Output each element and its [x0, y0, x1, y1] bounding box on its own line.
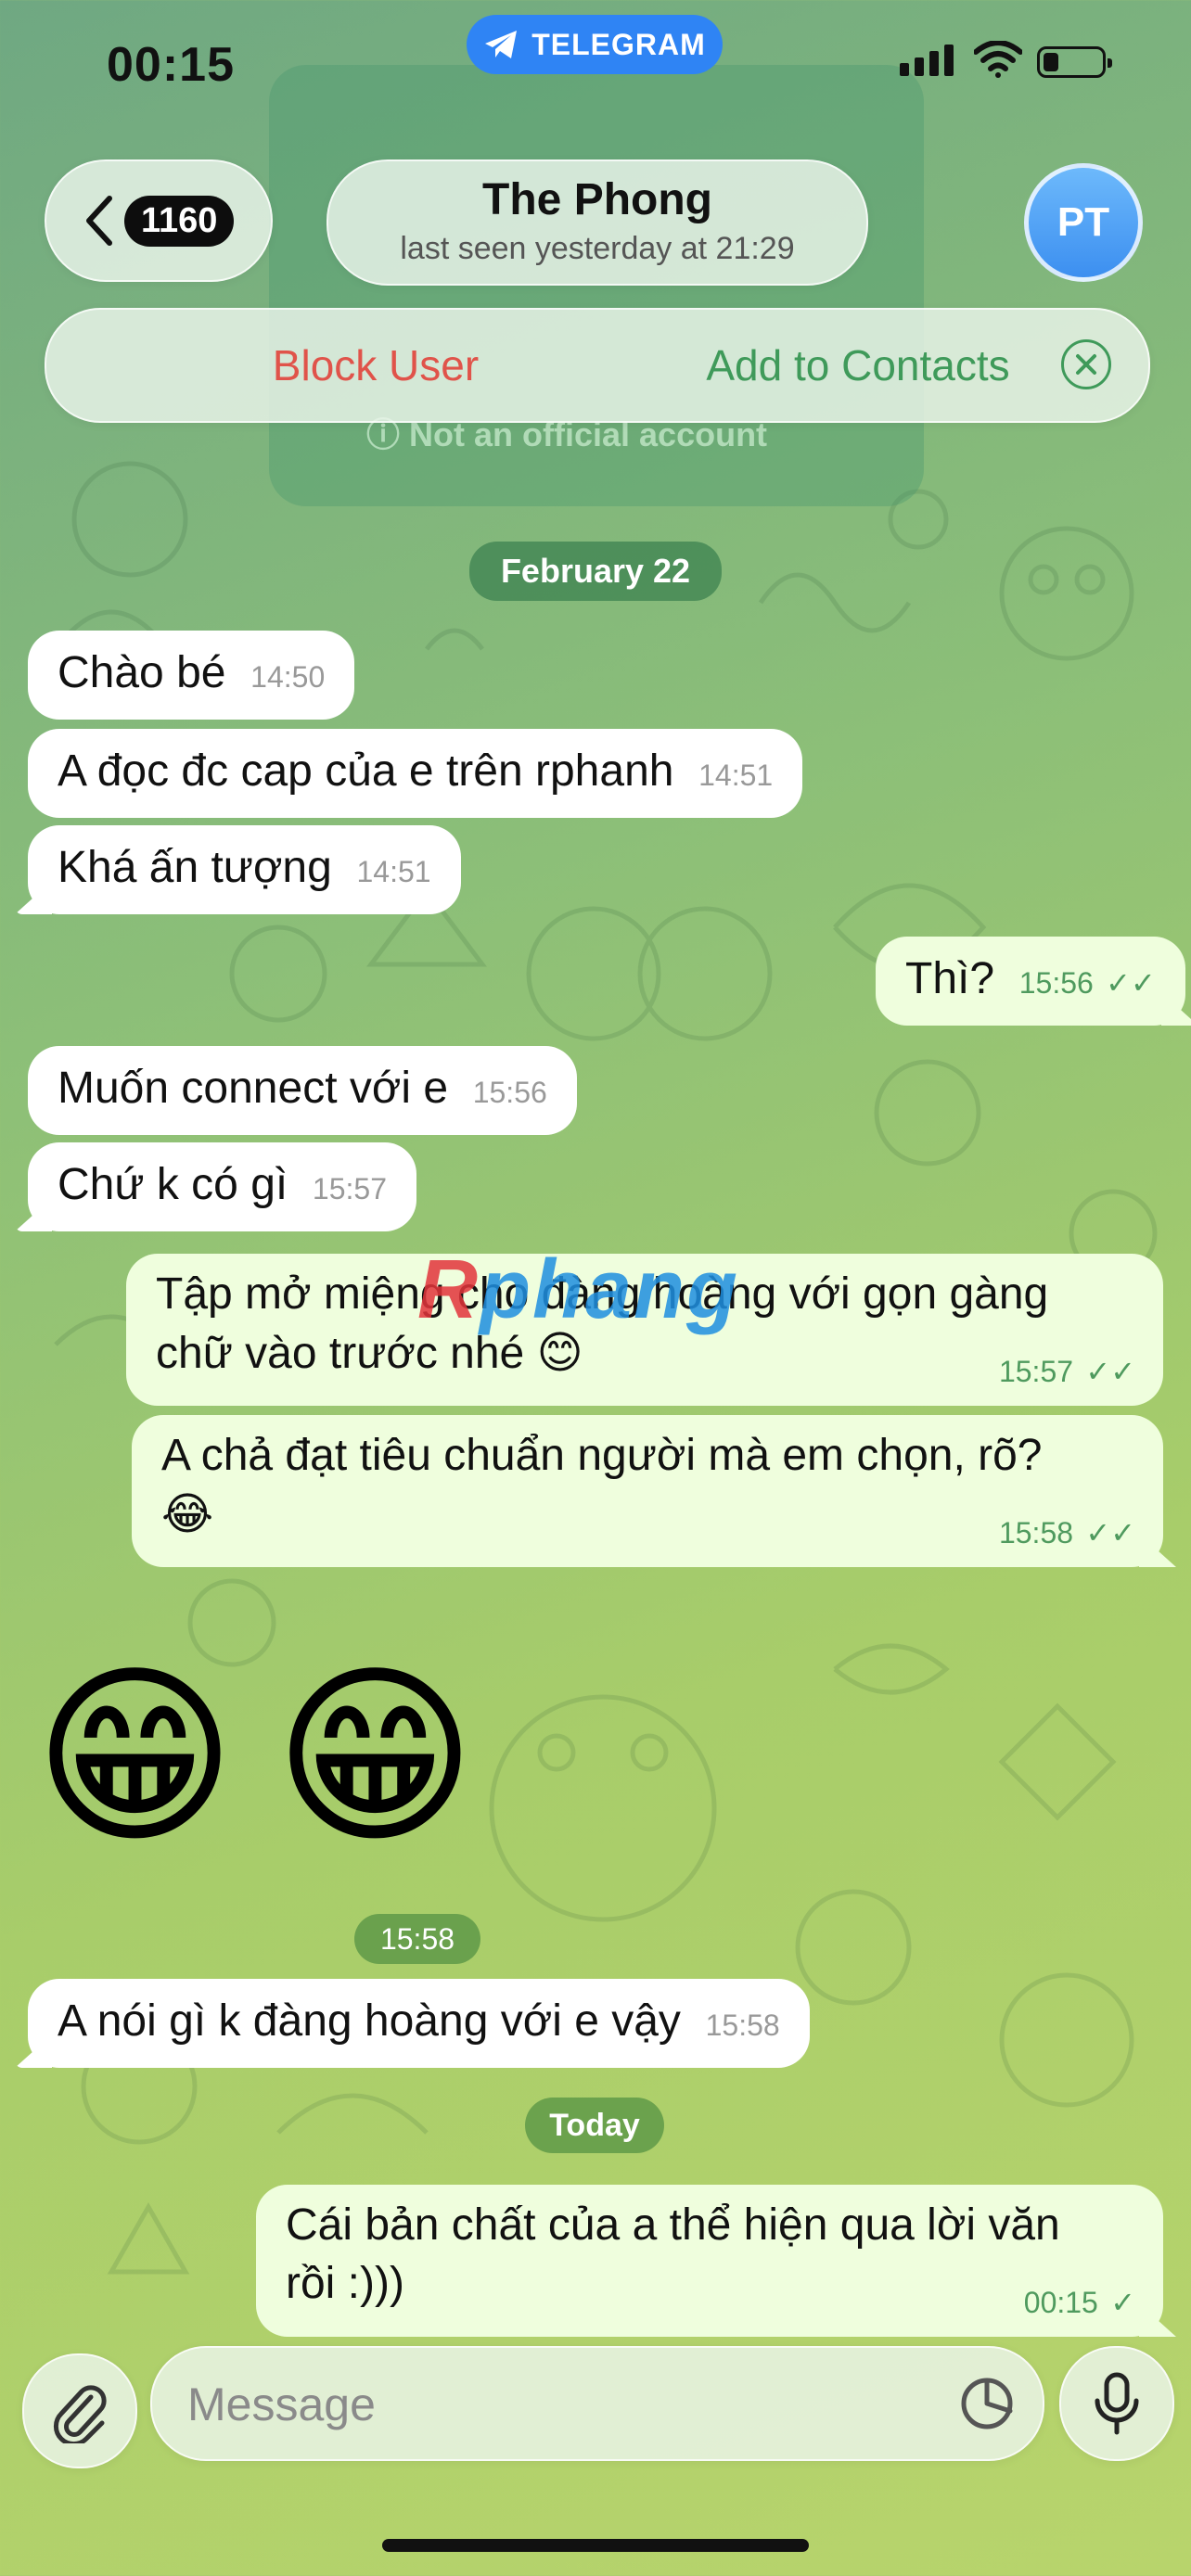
message-text-line: A chả đạt tiêu chuẩn người mà em chọn, r…	[161, 1431, 1043, 1480]
telegram-icon	[485, 31, 518, 58]
message-time: 15:58	[705, 2009, 780, 2042]
message-time: 14:50	[250, 660, 326, 694]
double-check-icon: ✓✓	[1085, 1355, 1135, 1388]
emoji-message[interactable]: 😁 😁	[33, 1660, 477, 1855]
message-time: 15:56	[472, 1076, 547, 1109]
double-check-icon: ✓✓	[1106, 966, 1156, 1000]
close-icon[interactable]	[1061, 339, 1111, 389]
telegram-pill-label: TELEGRAM	[531, 27, 706, 61]
watermark-r: R	[417, 1243, 480, 1336]
message-bubble-outgoing[interactable]: Thì? 15:56 ✓✓	[876, 937, 1191, 1026]
grinning-emoji: 😁	[33, 1648, 237, 1866]
message-time: 14:51	[698, 759, 774, 792]
chat-title[interactable]: The Phong last seen yesterday at 21:29	[327, 159, 868, 286]
message-text-line: 😂	[161, 1490, 214, 1539]
watermark-rest: phang	[480, 1243, 739, 1336]
message-bubble-incoming[interactable]: Khá ấn tượng 14:51	[15, 825, 461, 914]
message-text: A nói gì k đàng hoàng với e vậy	[58, 1996, 681, 2046]
contact-name: The Phong	[482, 175, 712, 224]
message-bubble-incoming[interactable]: Chứ k có gì 15:57	[15, 1142, 416, 1231]
message-text: Chào bé	[58, 648, 226, 697]
message-time: 15:57	[312, 1172, 387, 1205]
paperclip-icon	[53, 2385, 107, 2443]
message-text-line: rồi :)))	[286, 2259, 404, 2308]
message-bubble-incoming[interactable]: Muốn connect với e 15:56	[28, 1046, 577, 1135]
message-text: Thì?	[905, 954, 995, 1003]
message-time: 15:57	[998, 1355, 1074, 1388]
wifi-icon	[974, 41, 1022, 78]
chevron-left-icon	[86, 196, 112, 246]
message-bubble-incoming[interactable]: A đọc đc cap của e trên rphanh 14:51	[28, 729, 803, 818]
date-separator: February 22	[469, 542, 722, 601]
grinning-emoji: 😁	[273, 1648, 477, 1866]
message-text: Chứ k có gì	[58, 1160, 288, 1209]
message-bubble-incoming[interactable]: A nói gì k đàng hoàng với e vậy 15:58	[15, 1979, 810, 2068]
new-contact-action-bar: Block User Add to Contacts	[45, 308, 1150, 423]
message-input[interactable]	[186, 2368, 913, 2441]
telegram-pill[interactable]: TELEGRAM	[467, 15, 723, 74]
date-separator-today: Today	[525, 2098, 664, 2153]
last-seen-status: last seen yesterday at 21:29	[400, 231, 795, 266]
add-to-contacts-button[interactable]: Add to Contacts	[640, 340, 1076, 390]
unread-count-badge: 1160	[124, 195, 235, 247]
message-time: 00:15	[1023, 2286, 1098, 2319]
message-bubble-outgoing[interactable]: Cái bản chất của a thể hiện qua lời văn …	[256, 2185, 1176, 2337]
block-user-button[interactable]: Block User	[46, 340, 705, 390]
microphone-icon	[1095, 2372, 1139, 2435]
emoji-message-time: 15:58	[354, 1914, 480, 1964]
status-time: 00:15	[107, 38, 235, 92]
message-text: Khá ấn tượng	[58, 843, 332, 892]
message-text: A đọc đc cap của e trên rphanh	[58, 746, 674, 796]
message-time: 15:56	[1018, 966, 1094, 1000]
battery-icon	[1037, 46, 1112, 78]
message-text: Muốn connect với e	[58, 1064, 449, 1113]
message-text-line: Cái bản chất của a thể hiện qua lời văn	[286, 2200, 1060, 2250]
attach-button[interactable]	[22, 2353, 137, 2468]
double-check-icon: ✓✓	[1085, 1516, 1135, 1549]
avatar[interactable]: PT	[1024, 163, 1143, 282]
message-bubble-incoming[interactable]: Chào bé 14:50	[28, 631, 355, 720]
home-indicator	[382, 2539, 809, 2552]
microphone-button[interactable]	[1059, 2346, 1174, 2461]
message-input-container	[150, 2346, 1044, 2461]
watermark-logo: Rphang	[417, 1243, 739, 1338]
cellular-signal-icon	[900, 45, 954, 76]
back-button[interactable]: 1160	[45, 159, 273, 282]
single-check-icon: ✓	[1110, 2286, 1135, 2319]
sticker-icon[interactable]	[959, 2376, 1015, 2431]
message-bubble-outgoing[interactable]: A chả đạt tiêu chuẩn người mà em chọn, r…	[132, 1415, 1176, 1567]
message-time: 14:51	[356, 855, 431, 888]
message-time: 15:58	[998, 1516, 1074, 1549]
